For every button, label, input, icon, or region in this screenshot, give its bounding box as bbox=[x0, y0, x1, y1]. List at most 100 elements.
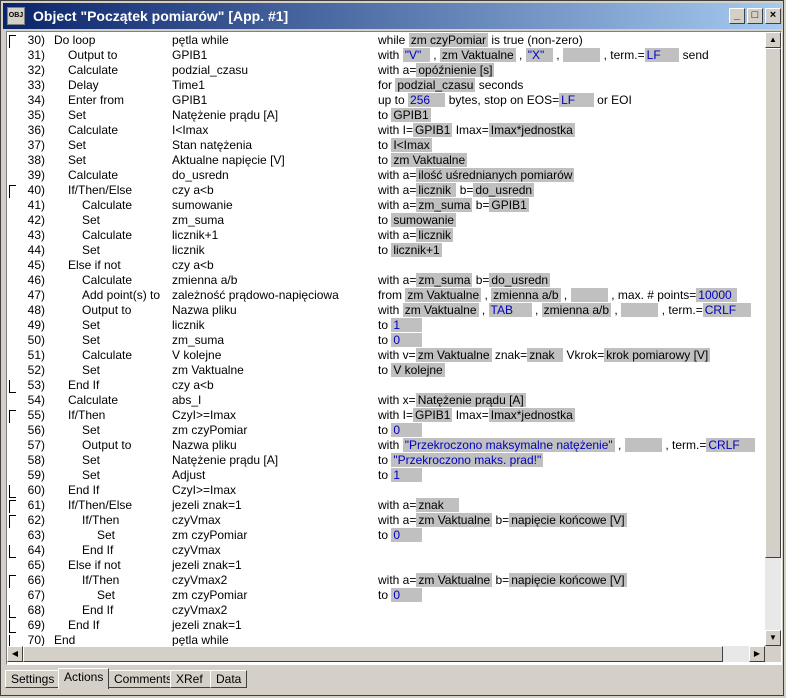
parameter-value[interactable] bbox=[624, 438, 662, 452]
action-row[interactable]: 54) Calculate abs_I with x= Natężenie prądu … bbox=[7, 393, 765, 408]
parameter-value[interactable] bbox=[562, 48, 601, 62]
parameter-literal[interactable]: 1 bbox=[391, 318, 423, 332]
action-row[interactable]: 69) End If jezeli znak=1 bbox=[7, 618, 765, 633]
parameter-value[interactable]: znak bbox=[527, 348, 564, 362]
action-row[interactable]: 55) If/Then CzyI>=Imax with I= GPIB1 Imax= Im… bbox=[7, 408, 765, 423]
action-row[interactable]: 39) Calculate do_usredn with a= ilość uśredn… bbox=[7, 168, 765, 183]
tab-comments[interactable]: Comments bbox=[108, 670, 172, 688]
tab-actions[interactable]: Actions bbox=[58, 668, 109, 689]
action-row[interactable]: 61) If/Then/Else jezeli znak=1 with a= znak bbox=[7, 498, 765, 513]
scroll-right-arrow-icon[interactable]: ▶ bbox=[749, 646, 765, 662]
parameter-value[interactable]: zm Vaktualne bbox=[416, 513, 493, 527]
parameter-literal[interactable]: TAB bbox=[488, 303, 532, 317]
parameter-value[interactable]: znak bbox=[416, 498, 460, 512]
action-row[interactable]: 46) Calculate zmienna a/b with a= zm_suma b=… bbox=[7, 273, 765, 288]
parameter-value[interactable]: zmienna a/b bbox=[541, 303, 612, 317]
parameter-value[interactable]: zm_suma bbox=[416, 198, 473, 212]
action-row[interactable]: 58) Set Natężenie prądu [A] to "Przekroczon… bbox=[7, 453, 765, 468]
action-row[interactable]: 37) Set Stan natężenia to I<Imax bbox=[7, 138, 765, 153]
action-row[interactable]: 56) Set zm czyPomiar to 0 bbox=[7, 423, 765, 438]
parameter-value[interactable]: licznik bbox=[416, 183, 457, 197]
parameter-value[interactable]: GPIB1 bbox=[413, 123, 453, 137]
parameter-value[interactable]: zm_suma bbox=[416, 273, 473, 287]
close-button[interactable]: × bbox=[765, 8, 781, 24]
action-row[interactable]: 30) Do loop pętla while while zm czyPomiar … bbox=[7, 33, 765, 48]
action-row[interactable]: 49) Set licznik to 1 bbox=[7, 318, 765, 333]
parameter-literal[interactable]: "V" bbox=[402, 48, 430, 62]
parameter-value[interactable]: zm Vaktualne bbox=[416, 573, 493, 587]
parameter-literal[interactable]: 10000 bbox=[696, 288, 737, 302]
parameter-value[interactable]: zm Vaktualne bbox=[415, 348, 492, 362]
parameter-literal[interactable]: "X" bbox=[525, 48, 553, 62]
parameter-literal[interactable]: 0 bbox=[391, 333, 423, 347]
parameter-value[interactable]: napięcie końcowe [V] bbox=[509, 573, 627, 587]
parameter-literal[interactable]: "Przekroczono maks. prad!" bbox=[391, 453, 544, 467]
parameter-value[interactable]: zmienna a/b bbox=[491, 288, 561, 302]
parameter-value[interactable]: GPIB1 bbox=[413, 408, 453, 422]
parameter-value[interactable]: zm Vaktualne bbox=[391, 153, 468, 167]
parameter-value[interactable]: licznik bbox=[416, 228, 454, 242]
tab-xref[interactable]: XRef bbox=[170, 670, 211, 688]
action-row[interactable]: 59) Set Adjust to 1 bbox=[7, 468, 765, 483]
parameter-value[interactable] bbox=[570, 288, 608, 302]
parameter-value[interactable]: Imax*jednostka bbox=[488, 408, 575, 422]
scroll-down-arrow-icon[interactable]: ▼ bbox=[765, 630, 781, 646]
scroll-left-arrow-icon[interactable]: ◀ bbox=[7, 646, 23, 662]
action-row[interactable]: 35) Set Natężenie prądu [A] to GPIB1 bbox=[7, 108, 765, 123]
parameter-value[interactable]: sumowanie bbox=[391, 213, 457, 227]
action-row[interactable]: 42) Set zm_suma to sumowanie bbox=[7, 213, 765, 228]
action-row[interactable]: 68) End If czyVmax2 bbox=[7, 603, 765, 618]
parameter-literal[interactable]: LF bbox=[559, 93, 594, 107]
parameter-value[interactable]: I<Imax bbox=[391, 138, 432, 152]
parameter-literal[interactable]: "Przekroczono maksymalne natężenie" bbox=[402, 438, 615, 452]
action-row[interactable]: 51) Calculate V kolejne with v= zm Vaktualne… bbox=[7, 348, 765, 363]
action-row[interactable]: 47) Add point(s) to zależność prądowo-napi… bbox=[7, 288, 765, 303]
vertical-scrollbar[interactable]: ▲ ▼ bbox=[765, 32, 781, 646]
parameter-literal[interactable]: CRLF bbox=[706, 438, 756, 452]
parameter-value[interactable]: opóźnienie [s] bbox=[416, 63, 495, 77]
parameter-value[interactable]: napięcie końcowe [V] bbox=[509, 513, 627, 527]
action-row[interactable]: 70) End pętla while bbox=[7, 633, 765, 646]
parameter-value[interactable]: podzial_czasu bbox=[395, 78, 476, 92]
action-row[interactable]: 45) Else if not czy a<b bbox=[7, 258, 765, 273]
parameter-value[interactable]: zm czyPomiar bbox=[408, 33, 489, 47]
parameter-literal[interactable]: LF bbox=[644, 48, 680, 62]
action-row[interactable]: 36) Calculate I<Imax with I= GPIB1 Imax= Imax… bbox=[7, 123, 765, 138]
action-row[interactable]: 52) Set zm Vaktualne to V kolejne bbox=[7, 363, 765, 378]
parameter-value[interactable] bbox=[621, 303, 659, 317]
action-row[interactable]: 31) Output to GPIB1 with "V" , zm Vaktualne… bbox=[7, 48, 765, 63]
action-row[interactable]: 34) Enter from GPIB1 up to 256 bytes, stop … bbox=[7, 93, 765, 108]
action-row[interactable]: 60) End If CzyI>=Imax bbox=[7, 483, 765, 498]
action-row[interactable]: 63) Set zm czyPomiar to 0 bbox=[7, 528, 765, 543]
horizontal-scrollbar[interactable]: ◀ ▶ bbox=[7, 646, 765, 662]
parameter-value[interactable]: licznik+1 bbox=[391, 243, 442, 257]
parameter-value[interactable]: zm Vaktualne bbox=[402, 303, 479, 317]
action-row[interactable]: 62) If/Then czyVmax with a= zm Vaktualne b= n… bbox=[7, 513, 765, 528]
parameter-value[interactable]: do_usredn bbox=[473, 183, 535, 197]
minimize-button[interactable]: _ bbox=[729, 8, 745, 24]
action-row[interactable]: 65) Else if not jezeli znak=1 bbox=[7, 558, 765, 573]
title-bar[interactable]: OBJ Object "Początek pomiarów" [App. #1]… bbox=[3, 3, 782, 29]
maximize-button[interactable]: □ bbox=[747, 8, 763, 24]
action-row[interactable]: 32) Calculate podzial_czasu with a= opóźnien… bbox=[7, 63, 765, 78]
action-row[interactable]: 33) Delay Time1 for podzial_czasu seconds bbox=[7, 78, 765, 93]
action-row[interactable]: 40) If/Then/Else czy a<b with a= licznik b= d… bbox=[7, 183, 765, 198]
scroll-up-arrow-icon[interactable]: ▲ bbox=[765, 32, 781, 48]
parameter-literal[interactable]: 0 bbox=[391, 528, 423, 542]
parameter-value[interactable]: GPIB1 bbox=[489, 198, 529, 212]
scroll-thumb[interactable] bbox=[765, 48, 781, 558]
action-row[interactable]: 41) Calculate sumowanie with a= zm_suma b= GP… bbox=[7, 198, 765, 213]
parameter-literal[interactable]: 256 bbox=[408, 93, 446, 107]
tab-settings[interactable]: Settings bbox=[5, 670, 59, 688]
action-row[interactable]: 66) If/Then czyVmax2 with a= zm Vaktualne b=… bbox=[7, 573, 765, 588]
parameter-value[interactable]: ilość uśrednianych pomiarów bbox=[416, 168, 575, 182]
parameter-value[interactable]: zm Vaktualne bbox=[439, 48, 516, 62]
parameter-value[interactable]: krok pomiarowy [V] bbox=[604, 348, 711, 362]
parameter-literal[interactable]: 0 bbox=[391, 423, 423, 437]
action-row[interactable]: 44) Set licznik to licznik+1 bbox=[7, 243, 765, 258]
parameter-value[interactable]: do_usredn bbox=[489, 273, 551, 287]
parameter-value[interactable]: Imax*jednostka bbox=[488, 123, 575, 137]
parameter-value[interactable]: GPIB1 bbox=[391, 108, 431, 122]
action-row[interactable]: 67) Set zm czyPomiar to 0 bbox=[7, 588, 765, 603]
action-row[interactable]: 57) Output to Nazwa pliku with "Przekroczon… bbox=[7, 438, 765, 453]
